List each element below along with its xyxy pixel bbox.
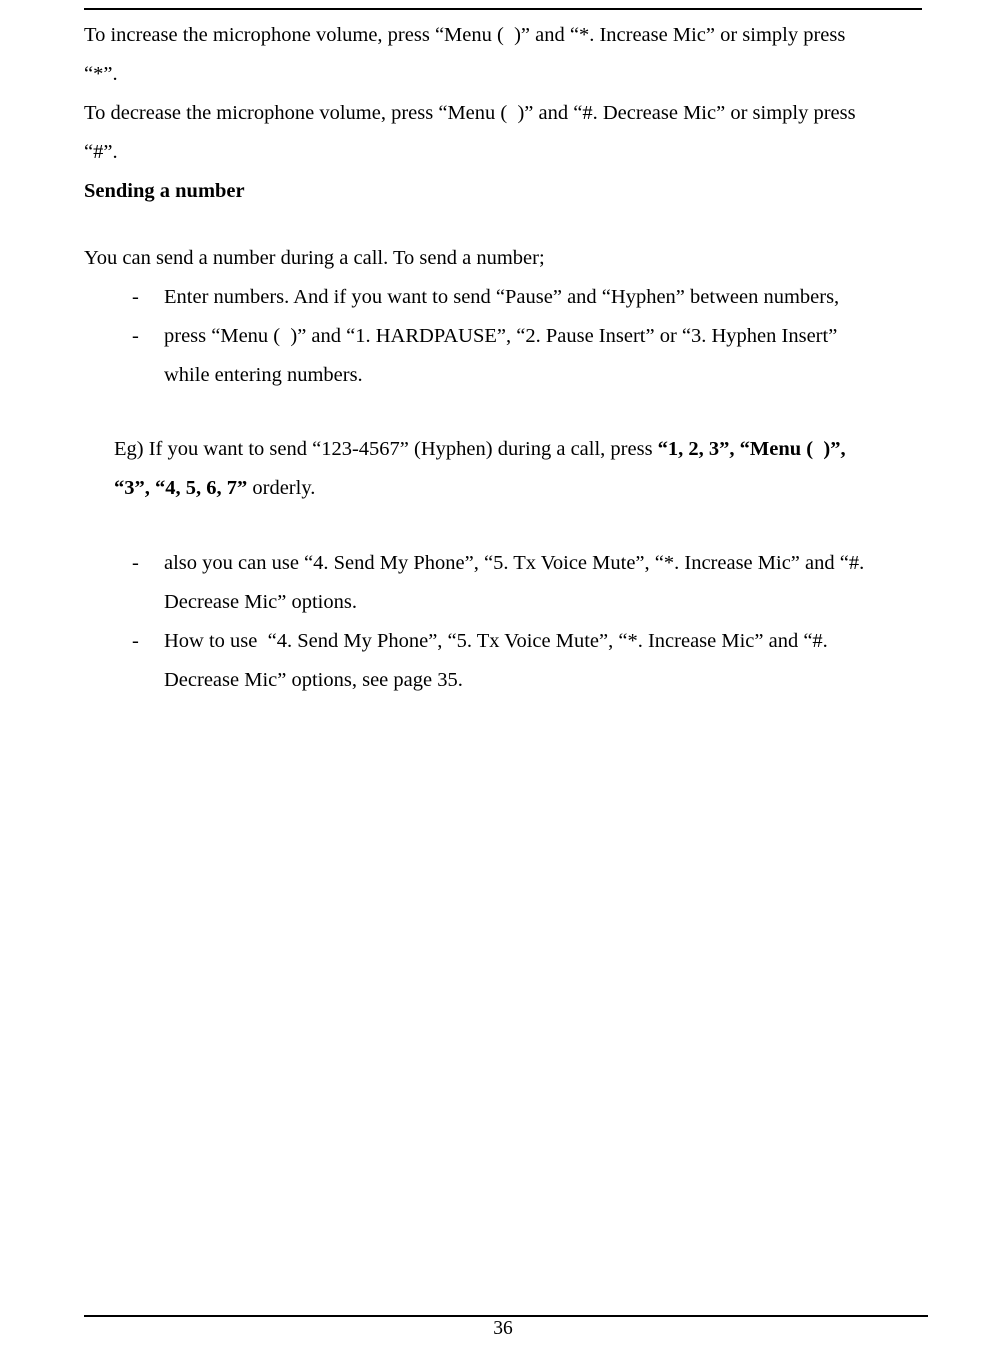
intro-increase-line2: “*”.: [84, 55, 922, 94]
bullet-press-menu: press “Menu ( )” and “1. HARDPAUSE”, “2.…: [128, 317, 922, 356]
page: To increase the microphone volume, press…: [0, 8, 1006, 1363]
bullet-how-to-use-cont: Decrease Mic” options, see page 35.: [128, 661, 922, 700]
bullet-also-use: also you can use “4. Send My Phone”, “5.…: [128, 544, 922, 583]
bullet-also-use-cont: Decrease Mic” options.: [128, 583, 922, 622]
intro-decrease-line1: To decrease the microphone volume, press…: [84, 94, 922, 133]
example-suffix: orderly.: [247, 477, 315, 499]
bullet-how-to-use: How to use “4. Send My Phone”, “5. Tx Vo…: [128, 622, 922, 661]
bullet-list-2: also you can use “4. Send My Phone”, “5.…: [128, 544, 922, 583]
intro-decrease-line2: “#”.: [84, 133, 922, 172]
section-heading: Sending a number: [84, 172, 922, 211]
lead-paragraph: You can send a number during a call. To …: [84, 239, 922, 278]
example-bold1: “1, 2, 3”, “Menu ( )”,: [658, 438, 846, 460]
bullet-press-menu-cont: while entering numbers.: [128, 356, 922, 395]
bullet-list-3: How to use “4. Send My Phone”, “5. Tx Vo…: [128, 622, 922, 661]
example-line1: Eg) If you want to send “123-4567” (Hyph…: [114, 430, 922, 469]
page-number: 36: [0, 1310, 1006, 1347]
bullet-list-1: Enter numbers. And if you want to send “…: [128, 278, 922, 356]
rule-top: [84, 8, 922, 10]
bullet-enter-numbers: Enter numbers. And if you want to send “…: [128, 278, 922, 317]
example-bold2: “3”, “4, 5, 6, 7”: [114, 477, 247, 499]
intro-increase-line1: To increase the microphone volume, press…: [84, 16, 922, 55]
example-prefix: Eg) If you want to send “123-4567” (Hyph…: [114, 438, 658, 460]
example-line2: “3”, “4, 5, 6, 7” orderly.: [114, 469, 922, 508]
